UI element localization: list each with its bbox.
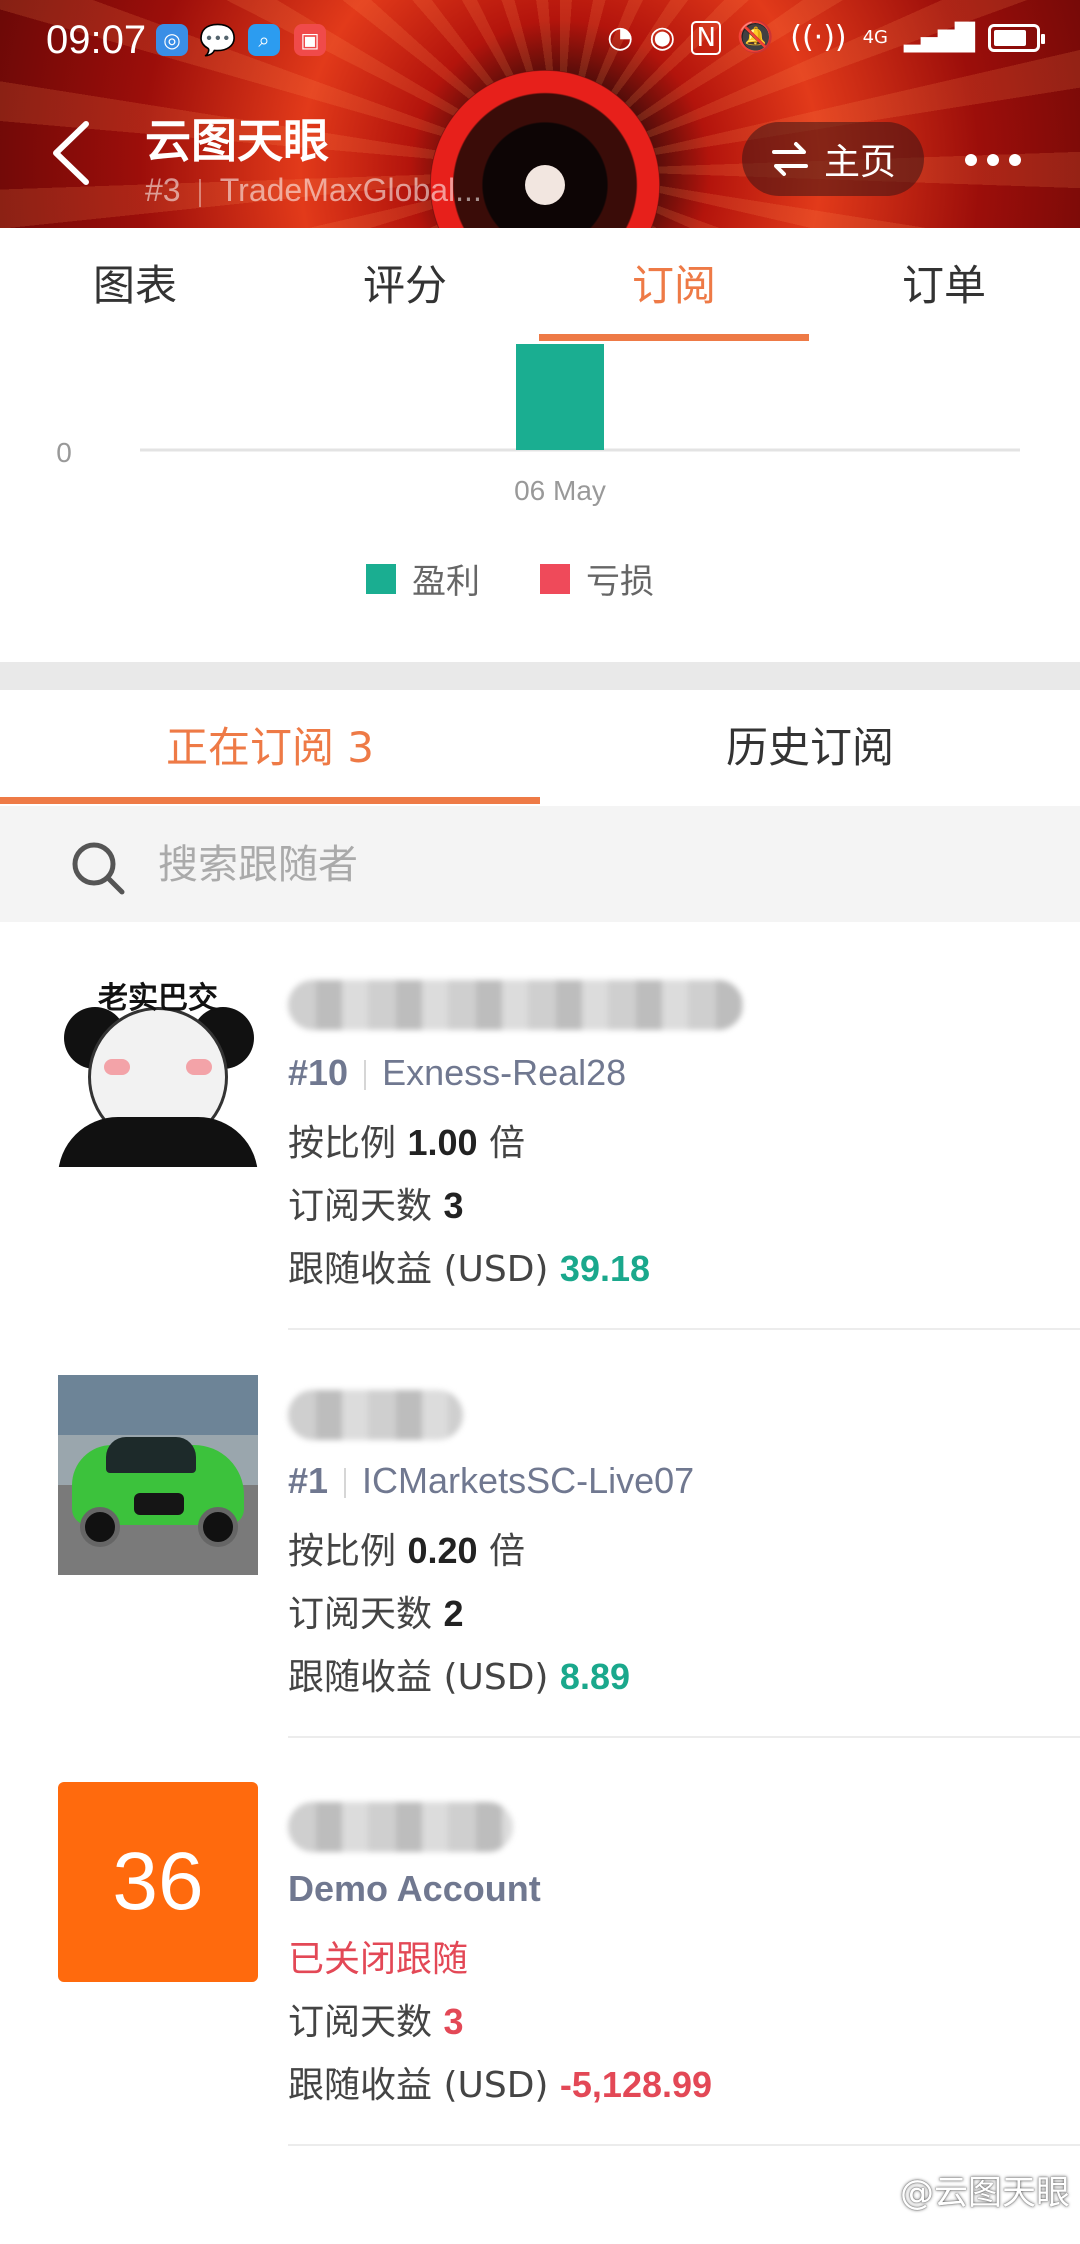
chart-canvas: 0 06 May [56,344,1020,506]
gallery-icon: ▣ [294,24,326,56]
avatar-caption: 老实巴交 [98,981,218,1016]
hotspot-icon: ((·)) [790,20,847,55]
status-bar: 09:07 ◎ 💬 ⌕ ▣ ◔ ◉ N 🔕 ((·)) 4G ▂▄▆█ [0,0,1080,80]
mute-icon: 🔕 [736,20,775,55]
search-icon [72,842,125,895]
active-subtab-indicator [0,797,540,804]
network-type: 4G [862,27,889,48]
y-tick-label: 0 [56,437,72,468]
days-line: 订阅天数 2 [288,1593,464,1635]
days-value: 3 [443,2001,464,2042]
tab-current-subscriptions[interactable]: 正在订阅 3 [0,690,540,806]
list-item[interactable]: 36 Demo Account 已关闭跟随 订阅天数 3 跟随收益 (USD) … [0,1738,1080,2146]
follower-rank: #10 [288,1052,349,1093]
days-value: 3 [443,1185,464,1226]
legend-label-loss: 亏损 [586,562,654,602]
list-item[interactable]: 老实巴交 #10 Exness-Real28 按比例 1.00 倍 订阅天数 3 … [0,922,1080,1330]
legend-item-loss: 亏损 [540,554,654,603]
days-value: 2 [443,1593,464,1634]
broker-line: #10 Exness-Real28 [288,1052,626,1094]
tab-subscription[interactable]: 订阅 [539,228,809,344]
subtitle-name: TradeMaxGlobal... [219,172,482,208]
profit-line: 跟随收益 (USD) 39.18 [288,1248,651,1290]
search-followers-input[interactable] [156,834,1020,896]
subtitle-rank: #3 [145,172,181,208]
account-type-line: Demo Account [288,1868,541,1910]
follower-rank: #1 [288,1460,329,1501]
main-tabs: 图表 评分 订阅 订单 [0,228,1080,346]
search-bar [0,806,1080,922]
speed-icon: ◔ [607,20,634,55]
eye-care-icon: ◉ [649,20,676,55]
page-title: 云图天眼 [145,114,329,168]
chart-bar[interactable] [516,344,604,450]
chat-icon: 💬 [199,22,237,58]
avatar [58,1375,258,1575]
follow-status: 已关闭跟随 [288,1939,469,1980]
blurred-username [288,1390,463,1440]
profit-chart: 0 06 May 盈利 亏损 [0,344,1080,662]
ratio-line: 按比例 0.20 倍 [288,1530,526,1572]
blurred-username [288,1802,513,1852]
home-label: 主页 [823,142,896,183]
follower-server: ICMarketsSC-Live07 [362,1460,695,1501]
watermark: @云图天眼 [900,2173,1070,2213]
home-button[interactable]: 主页 [742,122,924,196]
page-subtitle: #3 TradeMaxGlobal... [145,172,482,209]
legend-item-profit: 盈利 [366,554,480,603]
profit-line: 跟随收益 (USD) 8.89 [288,1656,630,1698]
profit-line: 跟随收益 (USD) -5,128.99 [288,2064,713,2106]
subscription-tabs: 正在订阅 3 历史订阅 [0,690,1080,808]
active-tab-indicator [539,334,809,341]
status-indicators: ◔ ◉ N 🔕 ((·)) 4G ▂▄▆█ [607,20,1045,55]
list-item[interactable]: #1 ICMarketsSC-Live07 按比例 0.20 倍 订阅天数 2 跟… [0,1330,1080,1738]
account-type: Demo Account [288,1868,541,1909]
legend-swatch-loss [540,563,570,594]
status-app-icons: ◎ 💬 ⌕ ▣ [156,22,326,58]
legend-swatch-profit [366,563,396,594]
avatar: 36 [58,1782,258,1982]
ratio-value: 0.20 [407,1530,478,1571]
more-options-icon[interactable] [965,140,1035,180]
ratio-line: 按比例 1.00 倍 [288,1122,526,1164]
section-divider [0,662,1080,690]
follower-server: Exness-Real28 [382,1052,627,1093]
header-banner: 09:07 ◎ 💬 ⌕ ▣ ◔ ◉ N 🔕 ((·)) 4G ▂▄▆█ 云图天眼… [0,0,1080,228]
status-time: 09:07 [46,18,147,62]
battery-icon [988,23,1045,52]
profit-value: -5,128.99 [559,2064,713,2105]
swap-icon [771,142,808,176]
profit-value: 39.18 [559,1248,651,1289]
back-arrow-icon[interactable] [44,118,104,188]
legend-label-profit: 盈利 [412,562,480,602]
days-line: 订阅天数 3 [288,2001,464,2043]
avatar: 老实巴交 [58,967,258,1167]
ratio-value: 1.00 [407,1122,478,1163]
tab-orders[interactable]: 订单 [809,228,1079,344]
tab-rating[interactable]: 评分 [270,228,540,344]
tab-history-subscriptions[interactable]: 历史订阅 [540,690,1080,806]
signal-icon: ▂▄▆█ [904,22,975,53]
blurred-username [288,980,743,1030]
nfc-icon: N [691,20,721,55]
browser-icon: ◎ [156,24,188,56]
search-app-icon: ⌕ [248,24,280,56]
chart-legend: 盈利 亏损 [0,554,1080,614]
tab-chart[interactable]: 图表 [0,228,270,344]
broker-line: #1 ICMarketsSC-Live07 [288,1460,694,1502]
days-line: 订阅天数 3 [288,1185,464,1227]
x-tick-label: 06 May [514,475,606,506]
profit-value: 8.89 [559,1656,630,1697]
